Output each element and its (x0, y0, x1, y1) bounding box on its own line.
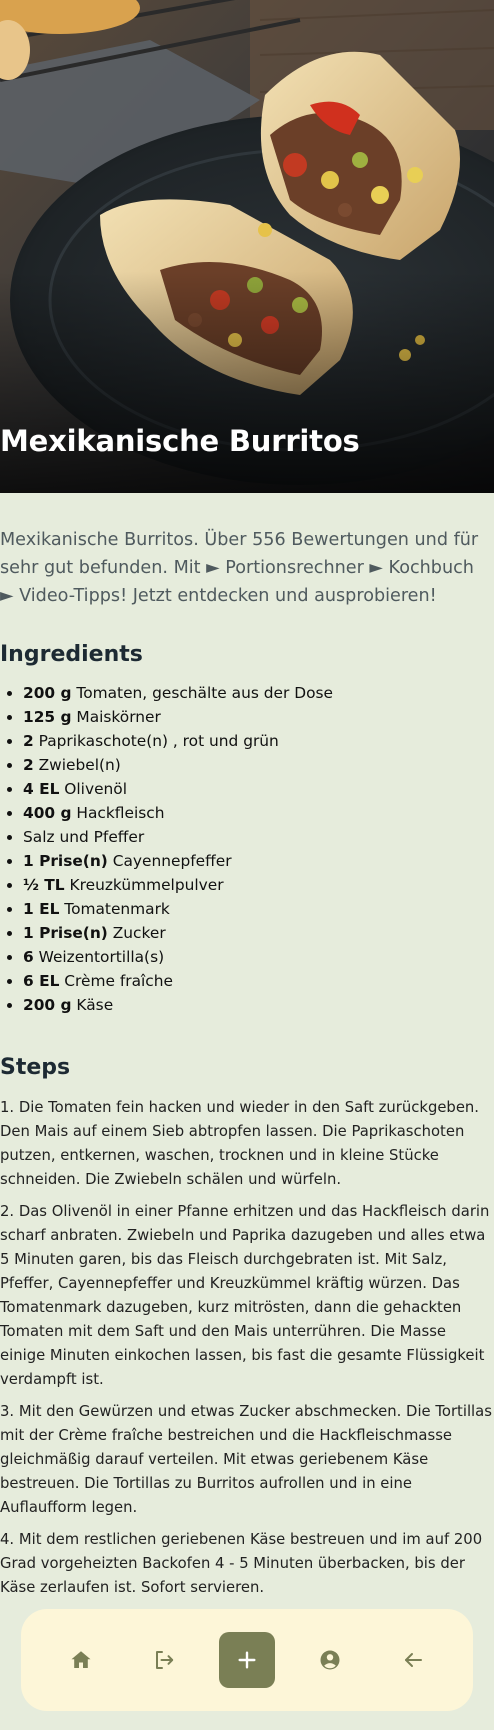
ingredient-item: ½ TL Kreuzkümmelpulver (23, 873, 494, 897)
ingredient-amount: 1 Prise(n) (23, 852, 108, 870)
arrow-left-icon (405, 1653, 423, 1667)
account-icon (320, 1650, 340, 1670)
steps-list: 1. Die Tomaten fein hacken und wieder in… (0, 1096, 494, 1600)
ingredient-item: Salz und Pfeffer (23, 825, 494, 849)
ingredient-amount: 2 (23, 756, 34, 774)
account-button[interactable] (302, 1632, 358, 1688)
ingredient-item: 2 Zwiebel(n) (23, 753, 494, 777)
ingredient-item: 400 g Hackfleisch (23, 801, 494, 825)
ingredient-name: Kreuzkümmelpulver (69, 876, 224, 894)
ingredient-item: 125 g Maiskörner (23, 705, 494, 729)
ingredient-item: 6 Weizentortilla(s) (23, 945, 494, 969)
ingredient-amount: 200 g (23, 684, 72, 702)
ingredient-amount: 1 EL (23, 900, 60, 918)
hero-image: Mexikanische Burritos (0, 0, 494, 493)
step-item: 4. Mit dem restlichen geriebenen Käse be… (0, 1531, 483, 1596)
ingredient-item: 1 EL Tomatenmark (23, 897, 494, 921)
ingredient-item: 1 Prise(n) Zucker (23, 921, 494, 945)
ingredient-amount: 1 Prise(n) (23, 924, 108, 942)
logout-button[interactable] (136, 1632, 192, 1688)
ingredients-heading: Ingredients (0, 642, 143, 667)
ingredient-amount: 6 EL (23, 972, 60, 990)
ingredient-name: Käse (76, 996, 114, 1014)
recipe-description: Mexikanische Burritos. Über 556 Bewertun… (0, 530, 479, 606)
ingredient-name: Zucker (112, 924, 166, 942)
ingredient-amount: 2 (23, 732, 34, 750)
logout-icon (155, 1651, 173, 1669)
step-item: 2. Das Olivenöl in einer Pfanne erhitzen… (0, 1203, 490, 1388)
ingredient-name: Paprikaschote(n) , rot und grün (38, 732, 279, 750)
burrito-photo (0, 0, 494, 493)
ingredient-name: Tomatenmark (64, 900, 170, 918)
ingredient-item: 200 g Käse (23, 993, 494, 1017)
home-icon (71, 1651, 91, 1668)
ingredient-amount: 125 g (23, 708, 72, 726)
ingredient-item: 6 EL Crème fraîche (23, 969, 494, 993)
ingredient-name: Olivenöl (64, 780, 127, 798)
steps-heading: Steps (0, 1055, 71, 1080)
ingredient-item: 4 EL Olivenöl (23, 777, 494, 801)
step-item: 1. Die Tomaten fein hacken und wieder in… (0, 1099, 480, 1188)
step-item: 3. Mit den Gewürzen und etwas Zucker abs… (0, 1403, 492, 1516)
ingredient-name: Salz und Pfeffer (23, 828, 145, 846)
ingredient-amount: 400 g (23, 804, 72, 822)
recipe-content: Mexikanische Burritos. Über 556 Bewertun… (0, 526, 494, 1600)
ingredient-name: Cayennepfeffer (112, 852, 232, 870)
recipe-page: Mexikanische Burritos Mexikanische Burri… (0, 0, 494, 1730)
ingredient-amount: 4 EL (23, 780, 60, 798)
ingredient-item: 2 Paprikaschote(n) , rot und grün (23, 729, 494, 753)
ingredients-list: 200 g Tomaten, geschälte aus der Dose 12… (0, 681, 494, 1017)
ingredient-name: Crème fraîche (64, 972, 173, 990)
ingredient-name: Zwiebel(n) (38, 756, 121, 774)
ingredient-item: 200 g Tomaten, geschälte aus der Dose (23, 681, 494, 705)
plus-icon (238, 1651, 256, 1669)
add-recipe-button[interactable] (218, 1632, 275, 1688)
ingredient-name: Hackfleisch (76, 804, 165, 822)
bottom-nav (21, 1609, 473, 1711)
back-button[interactable] (385, 1632, 441, 1688)
ingredient-name: Tomaten, geschälte aus der Dose (76, 684, 333, 702)
ingredient-amount: ½ TL (23, 876, 65, 894)
home-button[interactable] (53, 1632, 109, 1688)
ingredient-amount: 6 (23, 948, 34, 966)
ingredient-amount: 200 g (23, 996, 72, 1014)
ingredient-name: Maiskörner (76, 708, 161, 726)
ingredient-name: Weizentortilla(s) (38, 948, 165, 966)
recipe-title: Mexikanische Burritos (0, 424, 360, 458)
ingredient-item: 1 Prise(n) Cayennepfeffer (23, 849, 494, 873)
